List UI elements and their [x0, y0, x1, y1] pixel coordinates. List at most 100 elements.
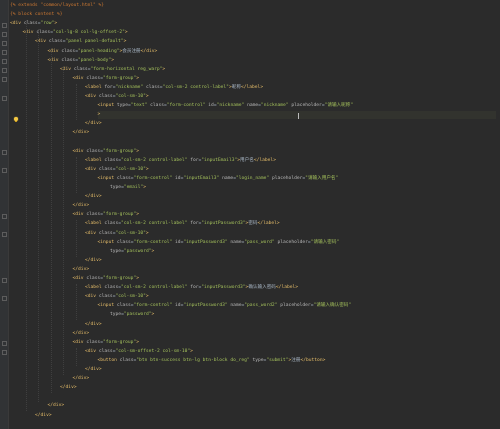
code-line-text: </div>	[60, 385, 77, 391]
code-line[interactable]: </div>	[73, 266, 90, 274]
indent-guide	[75, 156, 77, 194]
code-line-text: <div class="panel-heading">会员注册</div>	[47, 48, 158, 54]
code-line[interactable]: <div class="col-sm-offset-2 col-sm-10">	[85, 348, 193, 356]
code-line-text: >	[97, 112, 101, 118]
code-line[interactable]: <div class="form-group">	[73, 339, 139, 347]
code-line[interactable]: {% extends "common/layout.html" %}	[10, 2, 104, 10]
code-line[interactable]: type="password">	[110, 311, 154, 319]
code-line[interactable]: <div class="form-group">	[73, 148, 139, 156]
code-line[interactable]: </div>	[73, 129, 90, 137]
code-line[interactable]: <div class="form-group">	[73, 75, 139, 83]
fold-toggle-icon[interactable]	[2, 295, 7, 301]
code-line[interactable]: type="password">	[110, 248, 154, 256]
indent-guide	[25, 20, 27, 412]
code-line-text: <input type="text" class="form-control" …	[97, 103, 354, 109]
code-line[interactable]: </div>	[85, 257, 102, 265]
code-line[interactable]: <input type="text" class="form-control" …	[98, 102, 354, 110]
code-line-text: type="email">	[110, 185, 147, 190]
lightbulb-icon[interactable]	[14, 117, 18, 122]
code-line[interactable]: </div>	[73, 330, 90, 338]
fold-toggle-icon[interactable]	[2, 341, 7, 347]
code-line[interactable]: type="email">	[110, 184, 146, 192]
code-line[interactable]: </div>	[73, 375, 90, 383]
fold-toggle-icon[interactable]	[2, 77, 7, 83]
code-line[interactable]: </div>	[85, 321, 102, 329]
code-line-text: </div>	[85, 121, 102, 127]
code-line-text: type="password">	[110, 248, 155, 254]
code-line[interactable]: <input class="form-control" id="inputPas…	[98, 239, 340, 247]
code-line-text: </div>	[72, 376, 90, 382]
code-line-text: </div>	[72, 203, 90, 209]
code-line-text: </div>	[85, 257, 102, 263]
code-line[interactable]: <button class="btn btn-success btn-lg bt…	[98, 357, 326, 365]
code-line-text: <input class="form-control" id="inputPas…	[97, 303, 352, 309]
code-line[interactable]: <div class="col-sm-10">	[85, 166, 149, 174]
fold-toggle-icon[interactable]	[2, 150, 7, 156]
code-line-text: {% extends "common/layout.html" %}	[10, 3, 105, 8]
code-line-text: <div class="row">	[10, 21, 58, 27]
code-line-text: </div>	[85, 367, 102, 372]
editor-gutter[interactable]	[0, 0, 9, 429]
code-line-text: <div class="form-group">	[72, 75, 139, 81]
code-line[interactable]: <div class="form-group">	[73, 211, 139, 219]
fold-toggle-icon[interactable]	[2, 40, 7, 46]
code-line[interactable]: <div class="panel-heading">会员注册</div>	[48, 48, 158, 56]
code-line[interactable]: {% block content %}	[10, 11, 63, 19]
code-line-text: <div class="form-group">	[72, 148, 139, 154]
code-line[interactable]: <div class="form-horizontal reg_warp">	[60, 66, 165, 74]
vertical-scrollbar[interactable]	[496, 0, 500, 429]
fold-toggle-icon[interactable]	[2, 168, 7, 174]
fold-toggle-icon[interactable]	[2, 232, 7, 237]
code-line[interactable]: </div>	[73, 202, 90, 210]
code-line[interactable]: </div>	[85, 120, 102, 128]
code-line[interactable]: <div class="col-sm-10">	[85, 230, 149, 238]
code-line[interactable]: <label class="col-sm-2 control-label" fo…	[85, 157, 276, 165]
text-caret	[298, 113, 299, 119]
code-line[interactable]: <input class="form-control" id="inputEma…	[98, 175, 339, 183]
indent-guide	[75, 83, 77, 121]
code-line[interactable]: <label class="col-sm-2 control-label" fo…	[85, 284, 298, 292]
code-line-text: </div>	[72, 266, 90, 272]
indent-guide	[75, 347, 77, 366]
code-line[interactable]: </div>	[85, 193, 102, 201]
code-line-text: </div>	[35, 412, 52, 418]
code-line-text: </div>	[85, 194, 102, 200]
code-line-text: type="password">	[110, 312, 155, 318]
code-line[interactable]: </div>	[35, 412, 52, 420]
indent-guide	[75, 284, 77, 321]
code-line[interactable]: <div class="panel-body">	[48, 57, 114, 65]
code-line[interactable]: <div class="row">	[10, 20, 57, 28]
code-line-text: </div>	[72, 130, 90, 136]
code-line[interactable]: <div class="col-sm-10">	[85, 93, 149, 101]
fold-toggle-icon[interactable]	[2, 68, 7, 74]
code-line[interactable]: <label for="nickname" class="col-sm-2 co…	[85, 84, 263, 92]
fold-toggle-icon[interactable]	[2, 350, 7, 356]
code-line[interactable]: </div>	[60, 384, 77, 392]
code-line[interactable]: <input class="form-control" id="inputPas…	[98, 302, 352, 310]
code-line[interactable]: <div class="form-group">	[73, 275, 139, 283]
code-editor[interactable]: {% extends "common/layout.html" %} {% blo…	[0, 0, 500, 429]
fold-toggle-icon[interactable]	[2, 22, 7, 28]
code-line[interactable]: </div>	[85, 366, 102, 374]
fold-toggle-icon[interactable]	[2, 31, 7, 37]
code-line[interactable]: <div class="panel panel-default">	[35, 38, 126, 46]
code-line-text: <input class="form-control" id="inputPas…	[97, 239, 340, 245]
fold-toggle-icon[interactable]	[2, 95, 7, 101]
code-line[interactable]: <div class="col-sm-10">	[85, 293, 149, 301]
code-line-text: <label class="col-sm-2 control-label" fo…	[85, 157, 276, 163]
code-line-text: <button class="btn btn-success btn-lg bt…	[97, 357, 326, 363]
fold-toggle-icon[interactable]	[2, 50, 7, 55]
code-line-text: <label class="col-sm-2 control-label" fo…	[85, 221, 280, 227]
fold-toggle-icon[interactable]	[2, 213, 7, 219]
code-line-text: <div class="form-group">	[72, 276, 139, 281]
code-line[interactable]: <label class="col-sm-2 control-label" fo…	[85, 220, 280, 228]
code-line[interactable]: </div>	[48, 402, 65, 410]
code-line-text: <div class="col-sm-10">	[85, 294, 149, 300]
code-line-text: <div class="panel panel-default">	[35, 39, 127, 45]
indent-guide	[63, 65, 64, 376]
fold-toggle-icon[interactable]	[2, 277, 7, 283]
code-line-text: <div class="col-sm-offset-2 col-sm-10">	[85, 348, 193, 354]
fold-toggle-icon[interactable]	[2, 59, 7, 65]
code-line-text: </div>	[47, 403, 65, 409]
code-line-text: <div class="col-sm-10">	[85, 230, 149, 236]
